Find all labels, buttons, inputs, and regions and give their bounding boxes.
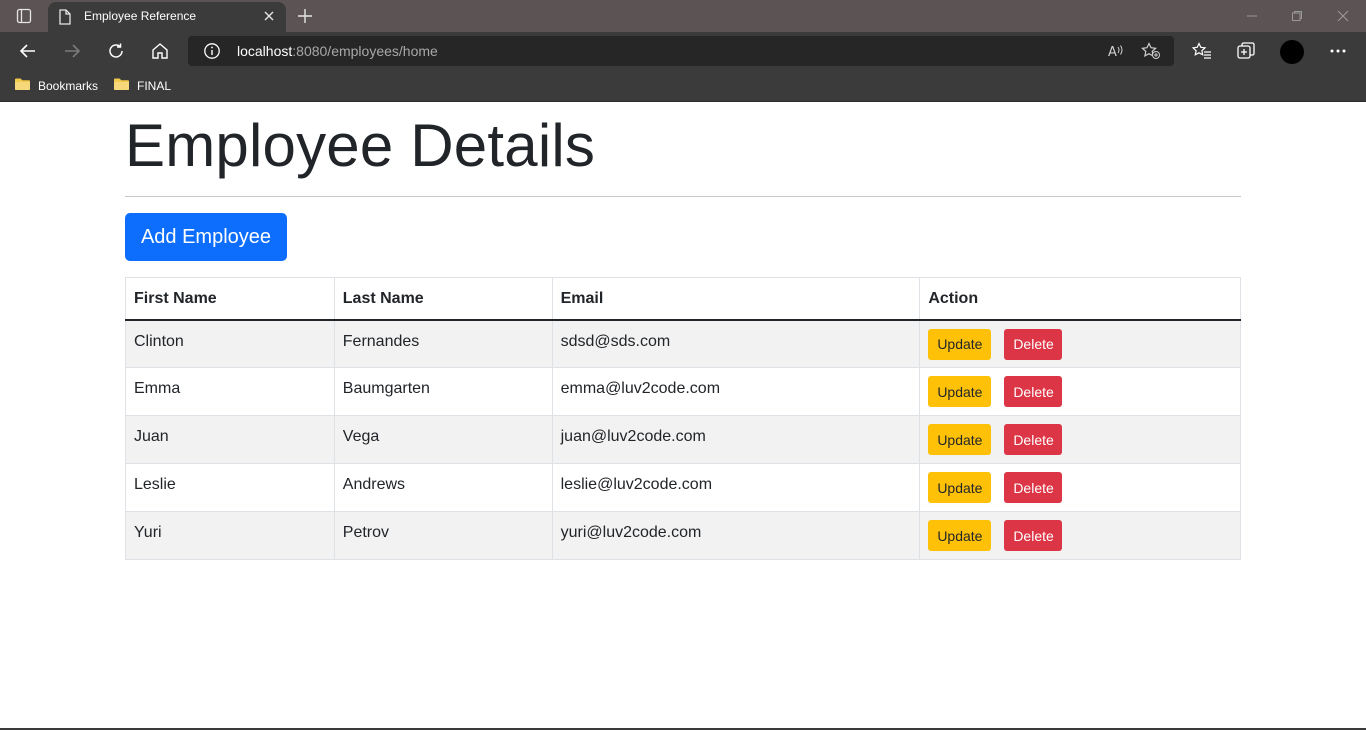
folder-icon <box>14 77 31 96</box>
bookmark-label: Bookmarks <box>38 79 99 93</box>
forward-icon[interactable] <box>59 38 85 64</box>
bookmark-label: FINAL <box>137 79 172 93</box>
bookmark-bookmarks[interactable]: Bookmarks <box>14 76 98 96</box>
table-header-row: First Name Last Name Email Action <box>125 277 1241 321</box>
home-icon[interactable] <box>147 38 173 64</box>
refresh-icon[interactable] <box>103 38 129 64</box>
update-button[interactable]: Update <box>928 520 992 551</box>
cell-first-name: Juan <box>125 415 335 464</box>
column-header-last-name: Last Name <box>333 277 553 321</box>
back-icon[interactable] <box>15 38 41 64</box>
address-bar[interactable]: localhost:8080/employees/home A <box>188 36 1174 66</box>
update-button[interactable]: Update <box>928 328 992 360</box>
url-text: localhost:8080/employees/home <box>237 43 438 59</box>
delete-button[interactable]: Delete <box>1004 328 1063 360</box>
browser-titlebar: Employee Reference <box>0 0 1366 32</box>
cell-action: Update Delete <box>919 463 1241 512</box>
column-header-email: Email <box>551 277 921 321</box>
site-info-icon[interactable] <box>203 42 221 65</box>
minimize-icon[interactable] <box>1240 6 1264 26</box>
page-title: Employee Details <box>125 112 596 179</box>
cell-email: leslie@luv2code.com <box>551 463 921 512</box>
more-menu-icon[interactable] <box>1325 38 1351 64</box>
tab-close-icon[interactable] <box>262 9 276 28</box>
cell-email: juan@luv2code.com <box>551 415 921 464</box>
add-employee-button[interactable]: Add Employee <box>125 213 287 261</box>
update-button[interactable]: Update <box>928 424 992 455</box>
bookmarks-bar: Bookmarks FINAL <box>0 70 1366 102</box>
svg-text:A: A <box>1108 45 1117 59</box>
table-row: Clinton Fernandes sdsd@sds.com Update Del… <box>125 319 1241 368</box>
page-icon <box>58 9 72 30</box>
cell-email: yuri@luv2code.com <box>551 511 921 560</box>
table-row: Emma Baumgarten emma@luv2code.com Update… <box>125 367 1241 416</box>
table-row: Leslie Andrews leslie@luv2code.com Updat… <box>125 463 1241 512</box>
delete-button[interactable]: Delete <box>1004 376 1063 407</box>
collections-icon[interactable] <box>1233 38 1259 64</box>
tab-actions-icon[interactable] <box>8 5 40 27</box>
window-close-icon[interactable] <box>1331 6 1355 26</box>
cell-action: Update Delete <box>919 511 1241 560</box>
url-host: localhost <box>237 43 293 59</box>
delete-button[interactable]: Delete <box>1004 520 1063 551</box>
column-header-action: Action <box>919 277 1241 321</box>
cell-last-name: Andrews <box>333 463 553 512</box>
read-aloud-icon[interactable]: A <box>1106 42 1126 60</box>
new-tab-icon[interactable] <box>294 5 316 27</box>
table-row: Yuri Petrov yuri@luv2code.com Update Dele… <box>125 511 1241 560</box>
delete-button[interactable]: Delete <box>1004 472 1063 503</box>
delete-button[interactable]: Delete <box>1004 424 1063 455</box>
update-button[interactable]: Update <box>928 376 992 407</box>
cell-email: emma@luv2code.com <box>551 367 921 416</box>
cell-email: sdsd@sds.com <box>551 319 921 368</box>
table-row: Juan Vega juan@luv2code.com Update Delete <box>125 415 1241 464</box>
folder-icon <box>113 77 130 96</box>
cell-action: Update Delete <box>919 415 1241 464</box>
browser-toolbar: localhost:8080/employees/home A <box>0 32 1366 70</box>
cell-action: Update Delete <box>919 367 1241 416</box>
update-button[interactable]: Update <box>928 472 992 503</box>
cell-first-name: Emma <box>125 367 335 416</box>
restore-icon[interactable] <box>1285 6 1309 26</box>
cell-first-name: Clinton <box>125 319 335 368</box>
cell-first-name: Leslie <box>125 463 335 512</box>
url-path: :8080/employees/home <box>292 43 438 59</box>
profile-avatar[interactable] <box>1280 40 1304 64</box>
cell-last-name: Vega <box>333 415 553 464</box>
cell-last-name: Petrov <box>333 511 553 560</box>
cell-action: Update Delete <box>919 319 1241 368</box>
page-viewport: Employee Details Add Employee First Name… <box>0 103 1366 728</box>
favorites-icon[interactable] <box>1189 38 1215 64</box>
add-favorite-icon[interactable] <box>1141 42 1161 60</box>
employee-table: First Name Last Name Email Action Clinto… <box>125 277 1241 560</box>
browser-tab[interactable]: Employee Reference <box>48 2 286 32</box>
cell-last-name: Fernandes <box>333 319 553 368</box>
divider <box>125 196 1241 197</box>
tab-title: Employee Reference <box>84 9 197 23</box>
cell-first-name: Yuri <box>125 511 335 560</box>
column-header-first-name: First Name <box>125 277 335 321</box>
cell-last-name: Baumgarten <box>333 367 553 416</box>
bookmark-final[interactable]: FINAL <box>113 76 171 96</box>
